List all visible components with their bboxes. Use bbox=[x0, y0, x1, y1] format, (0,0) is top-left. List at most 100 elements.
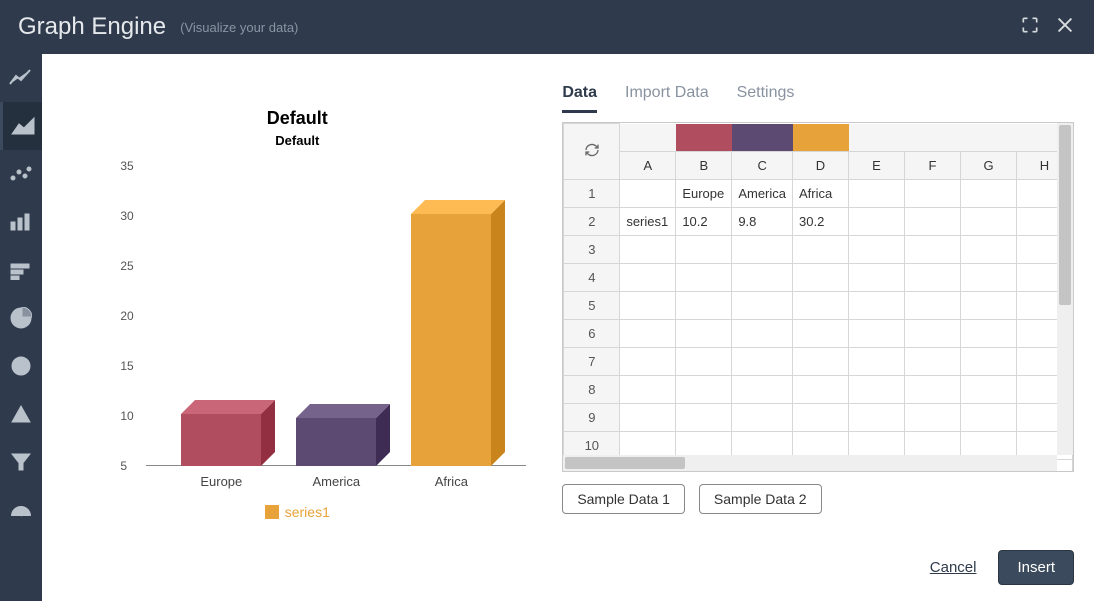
cell-D1[interactable]: Africa bbox=[793, 180, 849, 208]
col-header-F[interactable]: F bbox=[905, 152, 961, 180]
cell-G5[interactable] bbox=[961, 292, 1017, 320]
sample-data-1-button[interactable]: Sample Data 1 bbox=[562, 484, 685, 514]
cell-E6[interactable] bbox=[849, 320, 905, 348]
cell-D2[interactable]: 30.2 bbox=[793, 208, 849, 236]
col-header-C[interactable]: C bbox=[732, 152, 793, 180]
row-header-3[interactable]: 3 bbox=[564, 236, 620, 264]
cell-G9[interactable] bbox=[961, 404, 1017, 432]
cell-C8[interactable] bbox=[732, 376, 793, 404]
col-header-E[interactable]: E bbox=[849, 152, 905, 180]
cell-G6[interactable] bbox=[961, 320, 1017, 348]
cell-A9[interactable] bbox=[620, 404, 676, 432]
cell-B3[interactable] bbox=[676, 236, 732, 264]
cell-F8[interactable] bbox=[905, 376, 961, 404]
tab-settings[interactable]: Settings bbox=[737, 84, 795, 113]
cell-G7[interactable] bbox=[961, 348, 1017, 376]
cell-B7[interactable] bbox=[676, 348, 732, 376]
row-header-2[interactable]: 2 bbox=[564, 208, 620, 236]
cancel-button[interactable]: Cancel bbox=[930, 559, 977, 576]
cell-A7[interactable] bbox=[620, 348, 676, 376]
cell-E7[interactable] bbox=[849, 348, 905, 376]
row-header-5[interactable]: 5 bbox=[564, 292, 620, 320]
cell-C9[interactable] bbox=[732, 404, 793, 432]
cell-B8[interactable] bbox=[676, 376, 732, 404]
row-header-1[interactable]: 1 bbox=[564, 180, 620, 208]
funnel-icon[interactable] bbox=[0, 438, 42, 486]
cell-C3[interactable] bbox=[732, 236, 793, 264]
cell-D6[interactable] bbox=[793, 320, 849, 348]
cell-D5[interactable] bbox=[793, 292, 849, 320]
line-chart-icon[interactable] bbox=[0, 54, 42, 102]
col-header-A[interactable]: A bbox=[620, 152, 676, 180]
cell-D9[interactable] bbox=[793, 404, 849, 432]
cell-E8[interactable] bbox=[849, 376, 905, 404]
cell-F1[interactable] bbox=[905, 180, 961, 208]
tab-import-data[interactable]: Import Data bbox=[625, 84, 709, 113]
cell-A4[interactable] bbox=[620, 264, 676, 292]
cell-G8[interactable] bbox=[961, 376, 1017, 404]
cell-C7[interactable] bbox=[732, 348, 793, 376]
cell-F5[interactable] bbox=[905, 292, 961, 320]
cell-C2[interactable]: 9.8 bbox=[732, 208, 793, 236]
cell-B1[interactable]: Europe bbox=[676, 180, 732, 208]
fullscreen-icon[interactable] bbox=[1020, 15, 1040, 40]
insert-button[interactable]: Insert bbox=[998, 550, 1074, 585]
cell-C1[interactable]: America bbox=[732, 180, 793, 208]
cell-F7[interactable] bbox=[905, 348, 961, 376]
cell-E4[interactable] bbox=[849, 264, 905, 292]
cell-A5[interactable] bbox=[620, 292, 676, 320]
donut-chart-icon[interactable] bbox=[0, 342, 42, 390]
cell-F4[interactable] bbox=[905, 264, 961, 292]
cell-B6[interactable] bbox=[676, 320, 732, 348]
cell-E1[interactable] bbox=[849, 180, 905, 208]
row-header-8[interactable]: 8 bbox=[564, 376, 620, 404]
cell-A8[interactable] bbox=[620, 376, 676, 404]
pie-chart-icon[interactable] bbox=[0, 294, 42, 342]
col-header-D[interactable]: D bbox=[793, 152, 849, 180]
row-header-9[interactable]: 9 bbox=[564, 404, 620, 432]
cell-E2[interactable] bbox=[849, 208, 905, 236]
cell-D3[interactable] bbox=[793, 236, 849, 264]
sheet-horizontal-scrollbar[interactable] bbox=[563, 455, 1057, 471]
cell-B2[interactable]: 10.2 bbox=[676, 208, 732, 236]
cell-G2[interactable] bbox=[961, 208, 1017, 236]
row-header-4[interactable]: 4 bbox=[564, 264, 620, 292]
stacked-bar-icon[interactable] bbox=[0, 246, 42, 294]
row-header-7[interactable]: 7 bbox=[564, 348, 620, 376]
cell-E3[interactable] bbox=[849, 236, 905, 264]
cell-B4[interactable] bbox=[676, 264, 732, 292]
sample-data-2-button[interactable]: Sample Data 2 bbox=[699, 484, 822, 514]
cell-A6[interactable] bbox=[620, 320, 676, 348]
cell-G1[interactable] bbox=[961, 180, 1017, 208]
cell-G4[interactable] bbox=[961, 264, 1017, 292]
cell-F9[interactable] bbox=[905, 404, 961, 432]
sheet-vertical-scrollbar[interactable] bbox=[1057, 123, 1073, 455]
pyramid-up-icon[interactable] bbox=[0, 390, 42, 438]
area-chart-icon[interactable] bbox=[0, 102, 42, 150]
cell-C5[interactable] bbox=[732, 292, 793, 320]
cell-D7[interactable] bbox=[793, 348, 849, 376]
cell-C6[interactable] bbox=[732, 320, 793, 348]
sheet-refresh-icon[interactable] bbox=[564, 124, 620, 180]
col-header-G[interactable]: G bbox=[961, 152, 1017, 180]
cell-A2[interactable]: series1 bbox=[620, 208, 676, 236]
tab-data[interactable]: Data bbox=[562, 84, 597, 113]
cell-E5[interactable] bbox=[849, 292, 905, 320]
data-sheet[interactable]: ABCDEFGH1EuropeAmericaAfrica2series110.2… bbox=[562, 122, 1074, 472]
cell-A3[interactable] bbox=[620, 236, 676, 264]
cell-D4[interactable] bbox=[793, 264, 849, 292]
gauge-icon[interactable] bbox=[0, 486, 42, 534]
cell-F2[interactable] bbox=[905, 208, 961, 236]
row-header-6[interactable]: 6 bbox=[564, 320, 620, 348]
col-header-B[interactable]: B bbox=[676, 152, 732, 180]
cell-B9[interactable] bbox=[676, 404, 732, 432]
cell-B5[interactable] bbox=[676, 292, 732, 320]
cell-F6[interactable] bbox=[905, 320, 961, 348]
cell-G3[interactable] bbox=[961, 236, 1017, 264]
cell-D8[interactable] bbox=[793, 376, 849, 404]
cell-E9[interactable] bbox=[849, 404, 905, 432]
cell-A1[interactable] bbox=[620, 180, 676, 208]
scatter-chart-icon[interactable] bbox=[0, 150, 42, 198]
cell-C4[interactable] bbox=[732, 264, 793, 292]
cell-F3[interactable] bbox=[905, 236, 961, 264]
